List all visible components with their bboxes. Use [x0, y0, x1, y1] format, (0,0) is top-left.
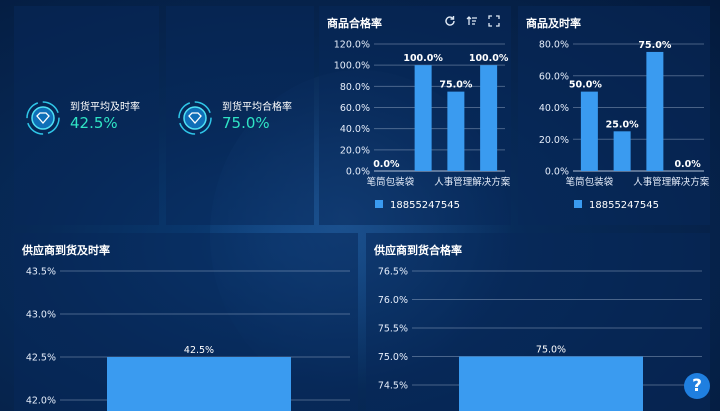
- y-tick-label: 43.0%: [26, 310, 56, 321]
- legend-label: 18855247545: [589, 200, 659, 211]
- y-tick-label: 75.0%: [378, 352, 408, 363]
- x-tick-label: 笔筒包装袋: [566, 176, 614, 188]
- y-tick-label: 43.5%: [26, 267, 56, 278]
- data-label: 100.0%: [469, 53, 509, 64]
- y-tick-label: 60.0%: [340, 103, 370, 114]
- kpi-label: 到货平均及时率: [70, 102, 140, 113]
- bar: [414, 65, 432, 171]
- chart-panel-supplier-timeliness: 供应商到货及时率 42.0% 42.5% 43.0% 43.5% 42.5%: [14, 233, 358, 411]
- bar: [107, 357, 291, 411]
- bar-chart-timeliness: 0.0% 20.0% 40.0% 60.0% 80.0% 50.0% 25.0% 75.0% 0…: [539, 40, 710, 212]
- help-icon[interactable]: ?: [684, 373, 710, 399]
- y-tick-label: 42.0%: [26, 396, 56, 407]
- y-tick-label: 100.0%: [334, 61, 370, 72]
- y-tick-label: 0.0%: [346, 167, 370, 178]
- legend-swatch: [375, 200, 383, 208]
- legend-label: 18855247545: [390, 200, 460, 211]
- y-tick-label: 60.0%: [539, 71, 569, 82]
- x-tick-label: 人事管理解决方案: [633, 176, 710, 188]
- data-label: 50.0%: [569, 80, 602, 91]
- y-tick-label: 75.5%: [378, 324, 408, 335]
- x-tick-label: 人事管理解决方案: [434, 176, 511, 188]
- data-label: 0.0%: [373, 159, 400, 170]
- kpi-panel-quality: 到货平均合格率 75.0%: [166, 6, 314, 225]
- x-tick-label: 笔筒包装袋: [367, 176, 415, 188]
- gem-icon: [178, 101, 212, 135]
- y-tick-label: 42.5%: [26, 353, 56, 364]
- kpi-panel-timeliness: 到货平均及时率 42.5%: [14, 6, 159, 225]
- bar: [646, 51, 664, 171]
- data-label: 25.0%: [606, 119, 639, 130]
- data-label: 75.0%: [536, 345, 566, 356]
- gem-icon: [26, 101, 60, 135]
- kpi-value: 42.5%: [70, 114, 118, 132]
- y-tick-label: 74.5%: [378, 381, 408, 392]
- chart-panel-timeliness: 商品及时率 0.0% 20.0% 40.0% 60.0% 80.0% 50.0% 25.0%…: [518, 6, 710, 225]
- bar-chart-supplier-timeliness: 42.0% 42.5% 43.0% 43.5% 42.5%: [26, 267, 350, 411]
- y-tick-label: 76.5%: [378, 267, 408, 278]
- kpi-value: 75.0%: [222, 114, 270, 132]
- y-tick-label: 20.0%: [340, 145, 370, 156]
- bar-chart-quality: 0.0%20.0%40.0%60.0%80.0%100.0%120.0%0.0%…: [334, 40, 511, 212]
- bar: [613, 131, 631, 171]
- data-label: 75.0%: [638, 40, 671, 51]
- data-label: 0.0%: [674, 159, 701, 170]
- bar: [580, 91, 598, 171]
- chart-panel-supplier-quality: 供应商到货合格率 74.5% 75.0% 75.5% 76.0% 76.5% 75.0%: [366, 233, 710, 411]
- bar-chart-supplier-quality: 74.5% 75.0% 75.5% 76.0% 76.5% 75.0%: [378, 267, 702, 411]
- y-tick-label: 120.0%: [334, 40, 370, 51]
- y-tick-label: 76.0%: [378, 295, 408, 306]
- data-label: 75.0%: [439, 80, 472, 91]
- y-tick-label: 80.0%: [539, 40, 569, 51]
- y-tick-label: 0.0%: [545, 167, 569, 178]
- chart-panel-quality: 商品合格率 0.0% 20.0% 40.0% 60.0% 80.0% 100.0% 120.…: [319, 6, 511, 225]
- y-tick-label: 20.0%: [539, 135, 569, 146]
- bar: [459, 356, 643, 411]
- data-label: 42.5%: [184, 345, 214, 356]
- y-tick-label: 40.0%: [539, 103, 569, 114]
- y-tick-label: 40.0%: [340, 124, 370, 135]
- y-tick-label: 80.0%: [340, 82, 370, 93]
- kpi-label: 到货平均合格率: [222, 102, 292, 113]
- data-label: 100.0%: [403, 53, 443, 64]
- legend-swatch: [574, 200, 582, 208]
- bar: [447, 91, 465, 171]
- bar: [480, 65, 498, 171]
